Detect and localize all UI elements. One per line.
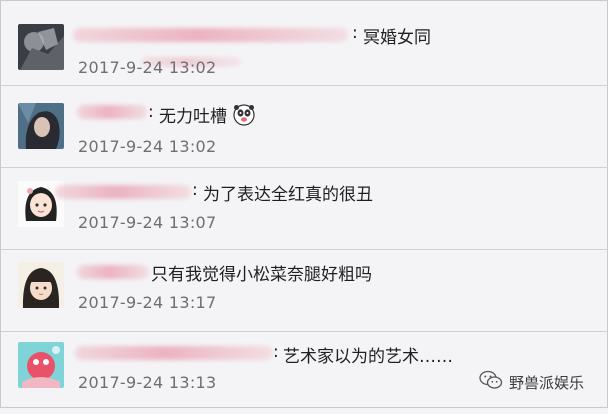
username-blurred[interactable] [73,28,348,42]
comment-separator: : [352,23,358,43]
comment-text: 艺术家以为的艺术…… [283,347,453,367]
comment-item: : 冥婚女同 2017-9-24 13:02 [1,1,608,83]
watermark: 野兽派娱乐 [479,370,585,394]
comment-timestamp: 2017-9-24 13:07 [78,213,217,232]
comment-separator: : [192,180,198,200]
comment-text: 无力吐槽 [159,107,227,127]
comment-timestamp: 2017-9-24 13:17 [78,293,217,312]
comment-list: : 冥婚女同 2017-9-24 13:02 : 无力吐槽 2017-9-24 … [0,0,608,408]
avatar[interactable] [18,342,64,388]
comment-item: 只有我觉得小松菜奈腿好粗吗 2017-9-24 13:17 [1,250,608,332]
avatar[interactable] [18,24,64,70]
avatar[interactable] [18,103,64,149]
comment-text: 冥婚女同 [363,28,431,48]
comment-separator: : [273,342,279,362]
comment-text: 只有我觉得小松菜奈腿好粗吗 [151,265,372,285]
username-blurred[interactable] [77,265,149,279]
username-blurred[interactable] [77,105,147,119]
comment-timestamp: 2017-9-24 13:02 [78,58,217,77]
comment-timestamp: 2017-9-24 13:02 [78,137,217,156]
comment-timestamp: 2017-9-24 13:13 [78,373,217,392]
comment-separator: : [148,102,154,122]
panda-face-icon [233,104,255,126]
watermark-label: 野兽派娱乐 [509,373,585,392]
comment-item: : 无力吐槽 2017-9-24 13:02 [1,86,608,168]
avatar[interactable] [18,262,64,308]
wechat-icon [479,370,503,394]
username-blurred[interactable] [55,185,191,199]
comment-text: 为了表达全红真的很丑 [203,185,373,205]
comment-item: : 为了表达全红真的很丑 2017-9-24 13:07 [1,168,608,250]
username-blurred[interactable] [75,346,273,360]
